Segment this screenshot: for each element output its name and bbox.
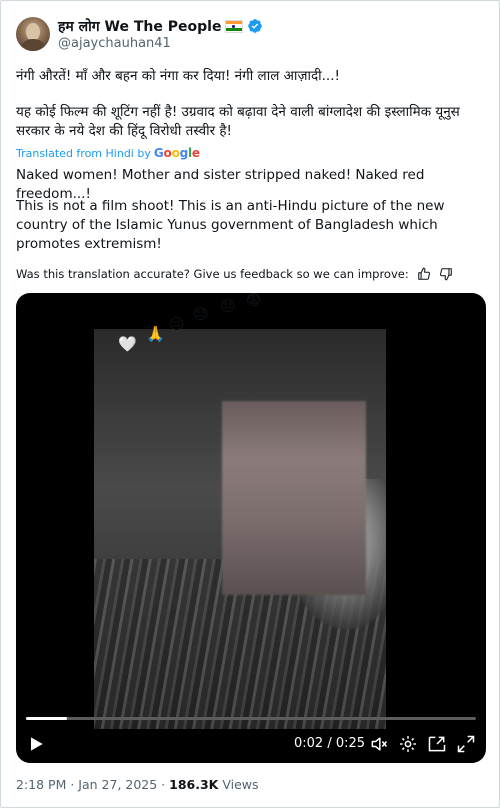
video-progress-fill [26,717,67,720]
translated-label: Translated from Hindi by [16,146,151,160]
video-frame [94,329,386,729]
translated-by-link[interactable]: Translated from Hindi by Google [16,146,200,160]
play-icon[interactable] [26,734,46,754]
avatar[interactable] [16,17,50,51]
mute-icon[interactable] [369,734,389,754]
india-flag-icon [225,19,244,33]
video-progress-bar[interactable] [26,717,476,720]
heart-emoji: 🤍 [118,335,137,353]
sweat-emoji: 😓 [193,305,209,323]
tweet-meta: 2:18 PM · Jan 27, 2025 · 186.3K Views [16,777,259,792]
tweet-time[interactable]: 2:18 PM [16,777,66,792]
display-name[interactable]: हम लोग We The People [58,17,221,36]
picture-in-picture-icon[interactable] [427,734,447,754]
praying-emoji: 🙏 [146,325,165,343]
translation-feedback: Was this translation accurate? Give us f… [16,267,453,281]
tweet-date[interactable]: Jan 27, 2025 [78,777,157,792]
thumbs-up-icon[interactable] [417,267,431,281]
views-label: Views [222,777,259,792]
fearful-emoji: 😨 [246,293,262,309]
author-name-row[interactable]: हम लोग We The People [58,17,263,35]
avatar-body [20,39,46,51]
handle[interactable]: @ajaychauhan41 [58,36,171,51]
blurred-region [222,401,366,595]
video-time: 0:02 / 0:25 [294,736,366,751]
tweet-text-english-line2: This is not a film shoot! This is an ant… [16,198,445,252]
fullscreen-icon[interactable] [456,734,476,754]
tweet-text-hindi-line2: यह कोई फिल्म की शूटिंग नहीं है! उग्रवाद … [16,104,460,139]
pensive-emoji: 😔 [169,315,185,333]
views-count: 186.3K [169,777,219,792]
current-time: 0:02 [294,736,324,751]
tweet-text-hindi-line1: नंगी औरतें! माँ और बहन को नंगा कर दिया! … [16,68,340,84]
gear-icon[interactable] [398,734,418,754]
thumbs-down-icon[interactable] [439,267,453,281]
disappointed-emoji: 😞 [220,297,236,315]
tweet-card: हम लोग We The People @ajaychauhan41 नंगी… [0,0,500,808]
feedback-text: Was this translation accurate? Give us f… [16,267,409,281]
google-logo: Google [153,146,200,160]
video-player[interactable]: 🤍 🙏 😔 😓 😞 😨 0:02 / 0:25 [16,293,486,763]
video-controls: 0:02 / 0:25 [16,727,486,761]
verified-badge-icon [248,19,263,33]
duration: 0:25 [335,736,366,751]
